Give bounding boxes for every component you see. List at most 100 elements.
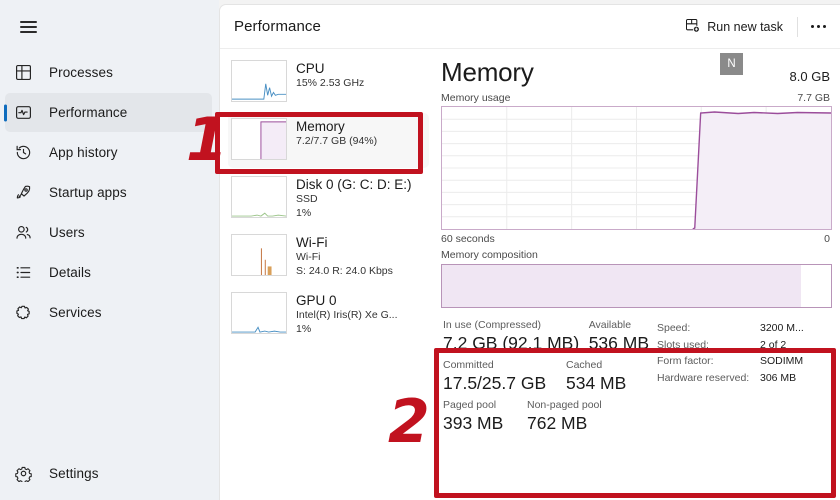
task-manager-window: Processes Performance App history Startu… xyxy=(0,0,840,500)
spec-speed: Speed: 3200 M... xyxy=(657,320,804,337)
sidebar-item-label: Processes xyxy=(49,65,113,80)
stat-non-paged-pool: Non-paged pool 762 MB xyxy=(527,399,602,434)
stat-value: 536 MB xyxy=(588,333,649,353)
stat-value: 393 MB xyxy=(443,413,504,433)
detail-header: Memory 8.0 GB xyxy=(439,57,834,87)
device-list: CPU 15% 2.53 GHz Memory 7.2/7.7 GB (94%) xyxy=(220,49,435,500)
device-text: Disk 0 (G: C: D: E:) SSD 1% xyxy=(296,176,412,220)
sidebar-item-services[interactable]: Services xyxy=(5,293,212,332)
stats-row: Paged pool 393 MB Non-paged pool 762 MB xyxy=(443,399,649,434)
sidebar-item-performance[interactable]: Performance xyxy=(5,93,212,132)
sidebar-item-label: Users xyxy=(49,225,85,240)
sidebar-footer: Settings xyxy=(0,453,219,494)
rocket-icon xyxy=(15,183,41,203)
sidebar-item-label: Services xyxy=(49,305,102,320)
sidebar-item-app-history[interactable]: App history xyxy=(5,133,212,172)
performance-icon xyxy=(15,103,41,123)
sidebar-item-label: Settings xyxy=(49,466,99,481)
memory-mini-graph xyxy=(231,118,287,160)
page-title: Performance xyxy=(234,18,321,35)
sidebar-item-users[interactable]: Users xyxy=(5,213,212,252)
content-area: CPU 15% 2.53 GHz Memory 7.2/7.7 GB (94%) xyxy=(220,49,840,500)
device-item-wifi[interactable]: Wi-Fi Wi-Fi S: 24.0 R: 24.0 Kbps xyxy=(228,229,429,284)
sidebar-item-label: Details xyxy=(49,265,91,280)
sidebar-item-label: Performance xyxy=(49,105,128,120)
stats-row: Committed 17.5/25.7 GB Cached 534 MB xyxy=(443,359,649,394)
memory-usage-graph xyxy=(441,106,832,230)
device-text: CPU 15% 2.53 GHz xyxy=(296,60,364,91)
notification-badge: N xyxy=(720,53,743,75)
device-text: Memory 7.2/7.7 GB (94%) xyxy=(296,118,377,149)
device-sub: 1% xyxy=(296,322,312,335)
stat-value: 534 MB xyxy=(566,373,627,393)
composition-segment-free xyxy=(801,265,831,307)
sidebar-nav: Processes Performance App history Startu… xyxy=(0,52,219,333)
spec-value: 3200 M... xyxy=(760,322,804,334)
spec-key: Form factor: xyxy=(657,355,714,367)
main-pane: Performance Run new task CPU 15% 2.53 GH… xyxy=(219,4,840,500)
device-item-gpu0[interactable]: GPU 0 Intel(R) Iris(R) Xe G... 1% xyxy=(228,287,429,342)
stat-value: 7.2 GB (92.1 MB) xyxy=(443,333,580,353)
graph-axis-labels: 60 seconds 0 xyxy=(439,230,834,245)
composition-segment-in-use xyxy=(442,265,802,307)
device-item-cpu[interactable]: CPU 15% 2.53 GHz xyxy=(228,55,429,110)
stat-available: Available 536 MB xyxy=(589,319,649,354)
device-sub: Wi-Fi xyxy=(296,251,321,263)
hamburger-icon[interactable] xyxy=(6,8,50,46)
graph-area-fill xyxy=(692,112,831,229)
graph-label: Memory usage xyxy=(441,92,511,104)
spec-key: Hardware reserved: xyxy=(657,371,750,384)
sidebar-item-details[interactable]: Details xyxy=(5,253,212,292)
sidebar-item-processes[interactable]: Processes xyxy=(5,53,212,92)
gear-icon xyxy=(15,464,41,484)
spec-value: 2 of 2 xyxy=(760,338,787,351)
spec-slots-used: Slots used: 2 of 2 xyxy=(657,337,804,354)
device-item-memory[interactable]: Memory 7.2/7.7 GB (94%) xyxy=(228,113,429,168)
device-name: CPU xyxy=(296,61,325,76)
stat-committed: Committed 17.5/25.7 GB xyxy=(443,359,566,394)
wifi-mini-graph xyxy=(231,234,287,276)
stat-paged-pool: Paged pool 393 MB xyxy=(443,399,527,434)
sidebar-item-label: App history xyxy=(49,145,118,160)
spec-form-factor: Form factor: SODIMM xyxy=(657,353,804,370)
stat-label: Available xyxy=(588,319,632,331)
list-icon xyxy=(15,263,41,283)
spec-key: Slots used: xyxy=(657,338,709,351)
memory-stats: In use (Compressed) 7.2 GB (92.1 MB) Ava… xyxy=(439,308,834,500)
stat-value: 762 MB xyxy=(527,413,588,433)
device-sub: 1% xyxy=(296,206,312,219)
users-icon xyxy=(15,223,41,243)
run-new-task-label: Run new task xyxy=(707,19,783,34)
toolbar: Performance Run new task xyxy=(220,5,840,49)
spec-hardware-reserved: Hardware reserved: 306 MB xyxy=(657,370,804,387)
stat-in-use: In use (Compressed) 7.2 GB (92.1 MB) xyxy=(443,319,589,354)
graph-max-label: 7.7 GB xyxy=(797,92,830,104)
sidebar-item-startup-apps[interactable]: Startup apps xyxy=(5,173,212,212)
device-sub: Intel(R) Iris(R) Xe G... xyxy=(296,309,398,321)
stat-label: Paged pool xyxy=(443,399,497,411)
stat-label: Committed xyxy=(443,359,494,371)
processes-icon xyxy=(15,63,41,83)
spec-value: 306 MB xyxy=(760,371,797,384)
more-options-icon[interactable] xyxy=(803,12,834,41)
device-name: Disk 0 (G: C: D: E:) xyxy=(296,177,412,192)
device-sub: 7.2/7.7 GB (94%) xyxy=(296,135,378,147)
stats-row: In use (Compressed) 7.2 GB (92.1 MB) Ava… xyxy=(443,319,649,354)
memory-capacity: 8.0 GB xyxy=(789,69,830,84)
spec-value: SODIMM xyxy=(760,355,804,367)
run-new-task-button[interactable]: Run new task xyxy=(676,12,792,41)
axis-label-left: 60 seconds xyxy=(441,233,495,245)
history-icon xyxy=(15,143,41,163)
memory-composition-bar[interactable] xyxy=(441,264,832,308)
gpu-mini-graph xyxy=(231,292,287,334)
sidebar-item-settings[interactable]: Settings xyxy=(5,454,212,493)
spec-key: Speed: xyxy=(657,322,691,334)
memory-usage-plot xyxy=(442,107,831,229)
stat-label: In use (Compressed) xyxy=(443,319,542,331)
services-icon xyxy=(15,303,41,323)
device-name: Wi-Fi xyxy=(296,235,328,250)
stats-right-column: Speed: 3200 M... Slots used: 2 of 2 Form… xyxy=(649,319,804,500)
device-name: Memory xyxy=(296,119,345,134)
device-text: GPU 0 Intel(R) Iris(R) Xe G... 1% xyxy=(296,292,398,336)
device-item-disk0[interactable]: Disk 0 (G: C: D: E:) SSD 1% xyxy=(228,171,429,226)
